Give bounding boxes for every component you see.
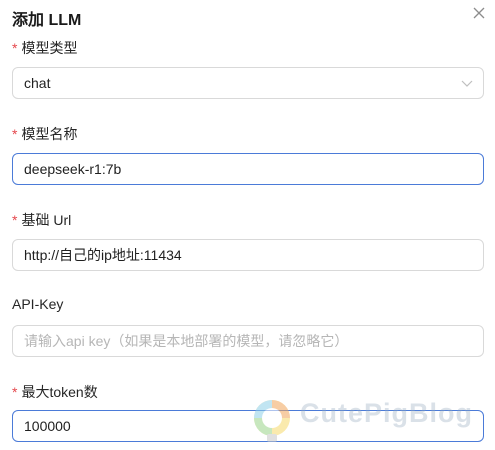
max-tokens-label-text: 最大token数: [21, 384, 98, 400]
dialog-title: 添加 LLM: [12, 12, 82, 29]
close-button[interactable]: [470, 4, 488, 22]
close-icon: [473, 7, 485, 19]
model-type-label: * 模型类型: [12, 38, 77, 58]
api-key-label-text: API-Key: [12, 296, 64, 312]
model-name-label: * 模型名称: [12, 124, 77, 144]
model-name-value: deepseek-r1:7b: [24, 161, 122, 177]
model-type-select[interactable]: chat: [12, 67, 484, 99]
base-url-label: * 基础 Url: [12, 210, 71, 230]
max-tokens-label: * 最大token数: [12, 382, 98, 402]
max-tokens-value: 100000: [24, 418, 71, 434]
model-type-label-text: 模型类型: [21, 40, 78, 56]
base-url-label-text: 基础 Url: [21, 212, 72, 228]
required-mark: *: [12, 126, 18, 142]
add-llm-dialog: 添加 LLM * 模型类型 chat * 模型名称 deepseek-r1:7b…: [0, 0, 495, 450]
api-key-label: API-Key: [12, 296, 63, 312]
required-mark: *: [12, 40, 18, 56]
model-name-input[interactable]: deepseek-r1:7b: [12, 153, 484, 185]
model-name-label-text: 模型名称: [21, 126, 78, 142]
chevron-down-icon: [461, 80, 473, 87]
required-mark: *: [12, 384, 18, 400]
max-tokens-input[interactable]: 100000: [12, 410, 484, 442]
api-key-input[interactable]: 请输入api key（如果是本地部署的模型，请忽略它）: [12, 325, 484, 357]
model-type-value: chat: [24, 75, 51, 91]
api-key-placeholder: 请输入api key（如果是本地部署的模型，请忽略它）: [24, 333, 349, 349]
required-mark: *: [12, 212, 18, 228]
base-url-value: http://自己的ip地址:11434: [24, 247, 182, 263]
base-url-input[interactable]: http://自己的ip地址:11434: [12, 239, 484, 271]
